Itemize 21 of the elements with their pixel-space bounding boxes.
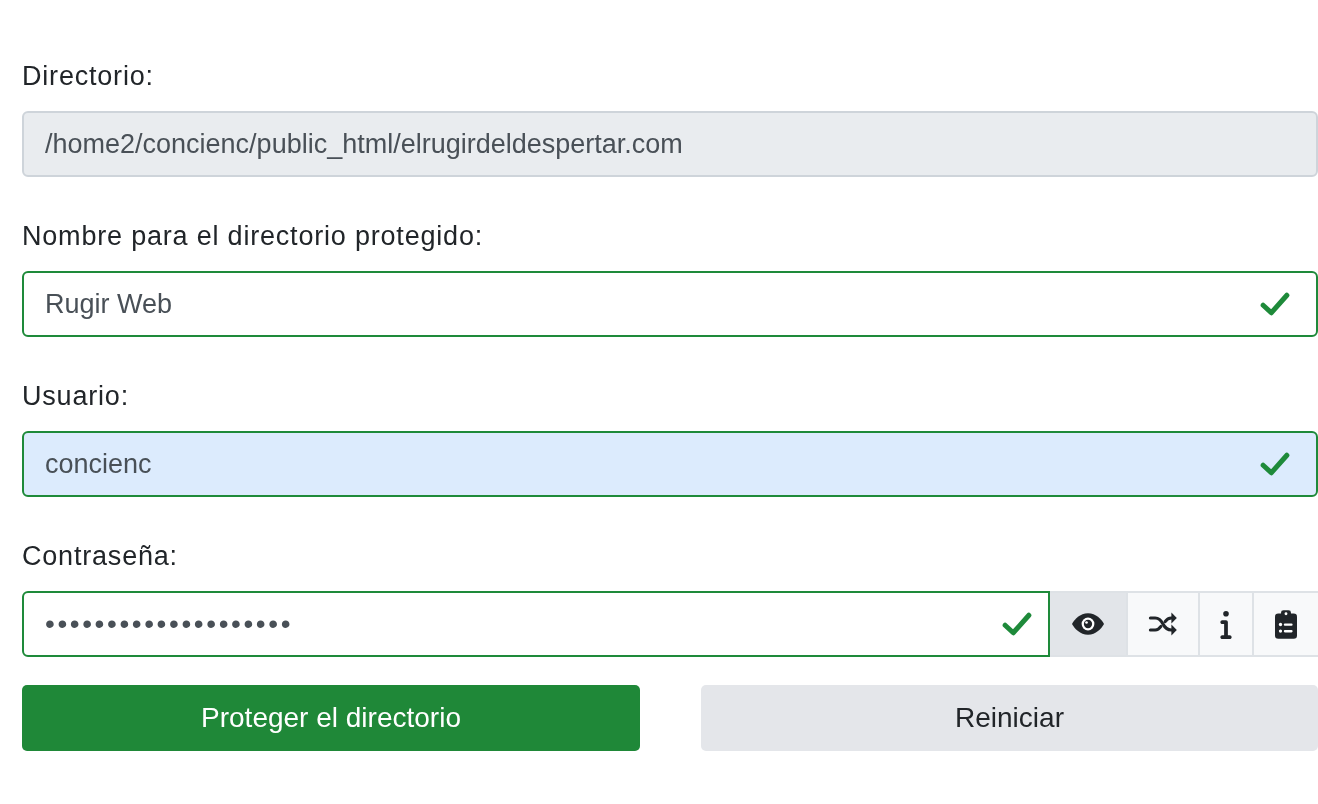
info-icon: [1220, 609, 1232, 639]
check-icon: [1002, 612, 1032, 636]
check-icon: [1260, 452, 1290, 476]
field-label: Directorio:: [22, 60, 154, 93]
shuffle-button[interactable]: [1126, 591, 1198, 657]
password-field[interactable]: ••••••••••••••••••••: [22, 591, 1050, 657]
text-field[interactable]: concienc: [22, 431, 1318, 497]
readonly-field[interactable]: /home2/concienc/public_html/elrugirdeldespertar.com: [22, 111, 1318, 177]
text-field[interactable]: Rugir Web: [22, 271, 1318, 337]
protect-button[interactable]: Proteger el directorio: [22, 685, 640, 751]
reset-button[interactable]: Reiniciar: [701, 685, 1318, 751]
clipboard-button[interactable]: [1252, 591, 1318, 657]
info-button[interactable]: [1198, 591, 1252, 657]
shuffle-icon: [1148, 612, 1178, 636]
clipboard-list-icon: [1275, 609, 1297, 639]
eye-button[interactable]: [1050, 591, 1126, 657]
check-icon: [1260, 292, 1290, 316]
field-label: Nombre para el directorio protegido:: [22, 220, 484, 253]
field-label: Contraseña:: [22, 540, 178, 573]
eye-icon: [1072, 613, 1104, 635]
field-label: Usuario:: [22, 380, 129, 413]
